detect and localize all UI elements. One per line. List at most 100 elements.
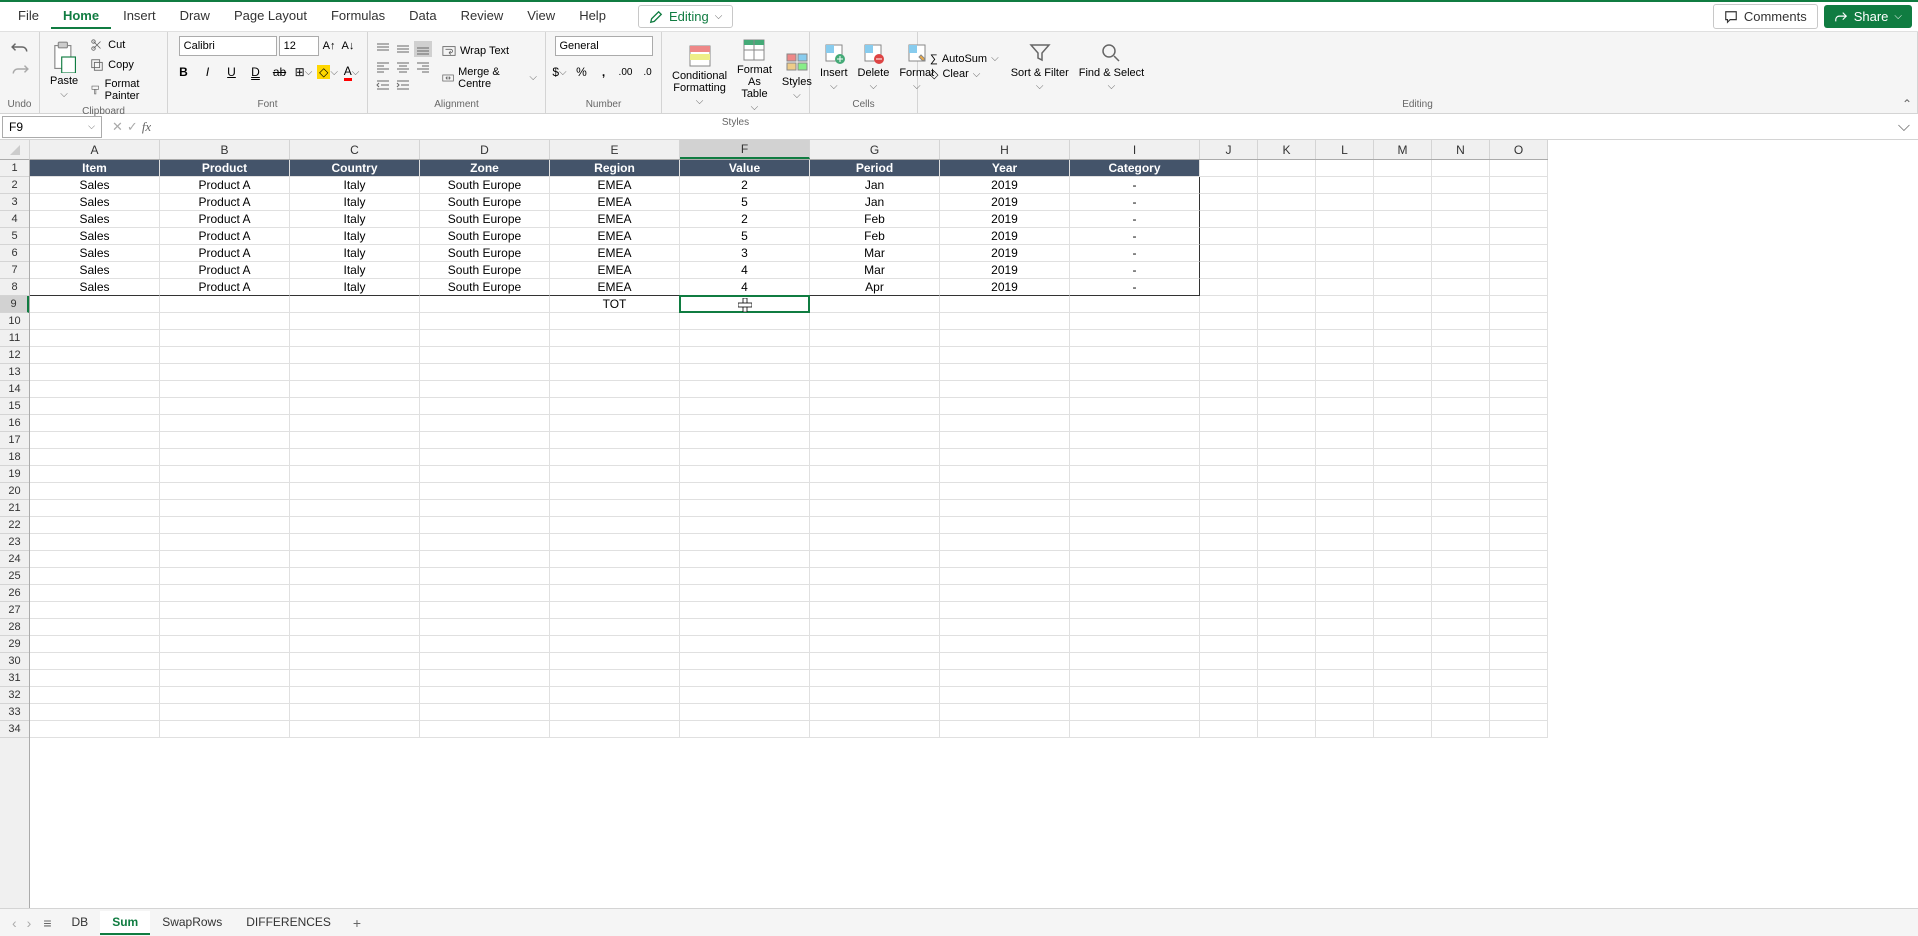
cell-L23[interactable] (1316, 534, 1374, 551)
cell-J16[interactable] (1200, 415, 1258, 432)
cell-B24[interactable] (160, 551, 290, 568)
currency-button[interactable]: $⌵ (550, 62, 570, 82)
cell-B10[interactable] (160, 313, 290, 330)
cell-G13[interactable] (810, 364, 940, 381)
cell-O30[interactable] (1490, 653, 1548, 670)
cell-K27[interactable] (1258, 602, 1316, 619)
cell-J19[interactable] (1200, 466, 1258, 483)
cell-H22[interactable] (940, 517, 1070, 534)
cell-B34[interactable] (160, 721, 290, 738)
font-size-select[interactable] (279, 36, 319, 56)
cell-D24[interactable] (420, 551, 550, 568)
redo-icon[interactable] (11, 60, 29, 78)
cell-M11[interactable] (1374, 330, 1432, 347)
row-header-24[interactable]: 24 (0, 551, 29, 568)
row-header-25[interactable]: 25 (0, 568, 29, 585)
cell-F21[interactable] (680, 500, 810, 517)
cell-O14[interactable] (1490, 381, 1548, 398)
cell-O5[interactable] (1490, 228, 1548, 245)
editing-mode-button[interactable]: Editing ⌵ (638, 5, 733, 28)
row-header-14[interactable]: 14 (0, 381, 29, 398)
cell-D17[interactable] (420, 432, 550, 449)
column-header-O[interactable]: O (1490, 140, 1548, 159)
cell-C21[interactable] (290, 500, 420, 517)
cell-B4[interactable]: Product A (160, 211, 290, 228)
cell-F29[interactable] (680, 636, 810, 653)
cell-A29[interactable] (30, 636, 160, 653)
cell-I9[interactable] (1070, 296, 1200, 313)
cell-J30[interactable] (1200, 653, 1258, 670)
cell-I12[interactable] (1070, 347, 1200, 364)
cell-A6[interactable]: Sales (30, 245, 160, 262)
merge-center-button[interactable]: Merge & Centre⌵ (440, 64, 539, 92)
cell-J24[interactable] (1200, 551, 1258, 568)
cell-E27[interactable] (550, 602, 680, 619)
cell-J5[interactable] (1200, 228, 1258, 245)
cell-M17[interactable] (1374, 432, 1432, 449)
menu-data[interactable]: Data (397, 4, 448, 29)
cell-H2[interactable]: 2019 (940, 177, 1070, 194)
cell-M34[interactable] (1374, 721, 1432, 738)
cell-E31[interactable] (550, 670, 680, 687)
cell-M12[interactable] (1374, 347, 1432, 364)
row-header-29[interactable]: 29 (0, 636, 29, 653)
cell-B3[interactable]: Product A (160, 194, 290, 211)
menu-file[interactable]: File (6, 4, 51, 29)
cell-O4[interactable] (1490, 211, 1548, 228)
cell-B29[interactable] (160, 636, 290, 653)
cell-G31[interactable] (810, 670, 940, 687)
cell-B6[interactable]: Product A (160, 245, 290, 262)
cell-J34[interactable] (1200, 721, 1258, 738)
cell-E6[interactable]: EMEA (550, 245, 680, 262)
cell-G34[interactable] (810, 721, 940, 738)
cell-A12[interactable] (30, 347, 160, 364)
cell-B30[interactable] (160, 653, 290, 670)
cell-O32[interactable] (1490, 687, 1548, 704)
cell-I29[interactable] (1070, 636, 1200, 653)
cell-D16[interactable] (420, 415, 550, 432)
cell-I34[interactable] (1070, 721, 1200, 738)
cell-K13[interactable] (1258, 364, 1316, 381)
cell-I3[interactable]: - (1070, 194, 1200, 211)
cell-F2[interactable]: 2 (680, 177, 810, 194)
expand-formula-bar-icon[interactable]: ⌵ (1890, 118, 1918, 136)
cell-G18[interactable] (810, 449, 940, 466)
cell-E14[interactable] (550, 381, 680, 398)
cell-O1[interactable] (1490, 160, 1548, 177)
cell-I24[interactable] (1070, 551, 1200, 568)
cell-L18[interactable] (1316, 449, 1374, 466)
cell-O18[interactable] (1490, 449, 1548, 466)
cell-K15[interactable] (1258, 398, 1316, 415)
cell-L29[interactable] (1316, 636, 1374, 653)
cell-H3[interactable]: 2019 (940, 194, 1070, 211)
row-header-23[interactable]: 23 (0, 534, 29, 551)
cell-H16[interactable] (940, 415, 1070, 432)
cell-D6[interactable]: South Europe (420, 245, 550, 262)
italic-button[interactable]: I (198, 62, 218, 82)
number-format-select[interactable] (555, 36, 653, 56)
cell-M31[interactable] (1374, 670, 1432, 687)
cell-N4[interactable] (1432, 211, 1490, 228)
sheet-tab-db[interactable]: DB (60, 911, 101, 935)
cell-E8[interactable]: EMEA (550, 279, 680, 296)
cell-N14[interactable] (1432, 381, 1490, 398)
cell-F31[interactable] (680, 670, 810, 687)
cell-N1[interactable] (1432, 160, 1490, 177)
cell-G4[interactable]: Feb (810, 211, 940, 228)
cell-G9[interactable] (810, 296, 940, 313)
cell-N19[interactable] (1432, 466, 1490, 483)
cell-F14[interactable] (680, 381, 810, 398)
cell-O26[interactable] (1490, 585, 1548, 602)
cell-D15[interactable] (420, 398, 550, 415)
cell-M22[interactable] (1374, 517, 1432, 534)
cell-O16[interactable] (1490, 415, 1548, 432)
cell-E32[interactable] (550, 687, 680, 704)
cell-J2[interactable] (1200, 177, 1258, 194)
cell-E33[interactable] (550, 704, 680, 721)
cell-K6[interactable] (1258, 245, 1316, 262)
cell-N6[interactable] (1432, 245, 1490, 262)
cell-B33[interactable] (160, 704, 290, 721)
font-name-select[interactable] (179, 36, 277, 56)
cell-M8[interactable] (1374, 279, 1432, 296)
cell-M24[interactable] (1374, 551, 1432, 568)
